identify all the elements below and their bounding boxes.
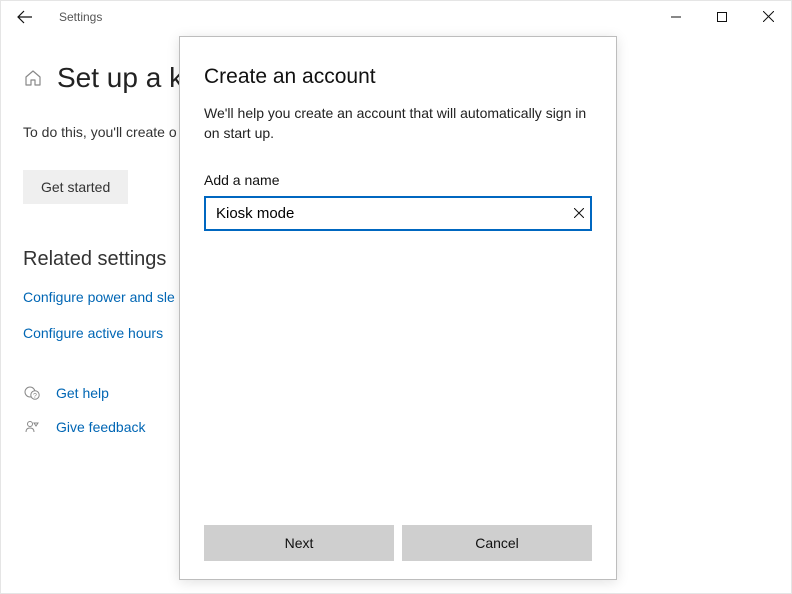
maximize-button[interactable]: [699, 1, 745, 33]
next-button[interactable]: Next: [204, 525, 394, 561]
get-help-label: Get help: [56, 385, 109, 401]
close-icon: [763, 11, 774, 22]
svg-text:?: ?: [33, 393, 37, 400]
maximize-icon: [717, 12, 727, 22]
close-button[interactable]: [745, 1, 791, 33]
get-started-button[interactable]: Get started: [23, 170, 128, 204]
arrow-left-icon: [17, 9, 33, 25]
page-title: Set up a k: [57, 62, 183, 94]
dialog-buttons: Next Cancel: [204, 525, 592, 561]
help-icon: ?: [23, 385, 41, 401]
dialog-title: Create an account: [204, 65, 592, 89]
minimize-button[interactable]: [653, 1, 699, 33]
titlebar: Settings: [0, 0, 792, 32]
name-input-wrapper: [204, 196, 592, 231]
home-icon: [23, 68, 43, 88]
name-field-label: Add a name: [204, 172, 592, 188]
back-button[interactable]: [9, 1, 41, 33]
app-title: Settings: [59, 10, 102, 24]
create-account-dialog: Create an account We'll help you create …: [179, 36, 617, 580]
feedback-icon: [23, 419, 41, 435]
clear-input-button[interactable]: [574, 208, 584, 218]
dialog-description: We'll help you create an account that wi…: [204, 103, 592, 144]
cancel-button[interactable]: Cancel: [402, 525, 592, 561]
x-icon: [574, 208, 584, 218]
window-controls: [653, 1, 791, 33]
give-feedback-label: Give feedback: [56, 419, 146, 435]
minimize-icon: [671, 12, 681, 22]
name-input[interactable]: [204, 196, 592, 231]
